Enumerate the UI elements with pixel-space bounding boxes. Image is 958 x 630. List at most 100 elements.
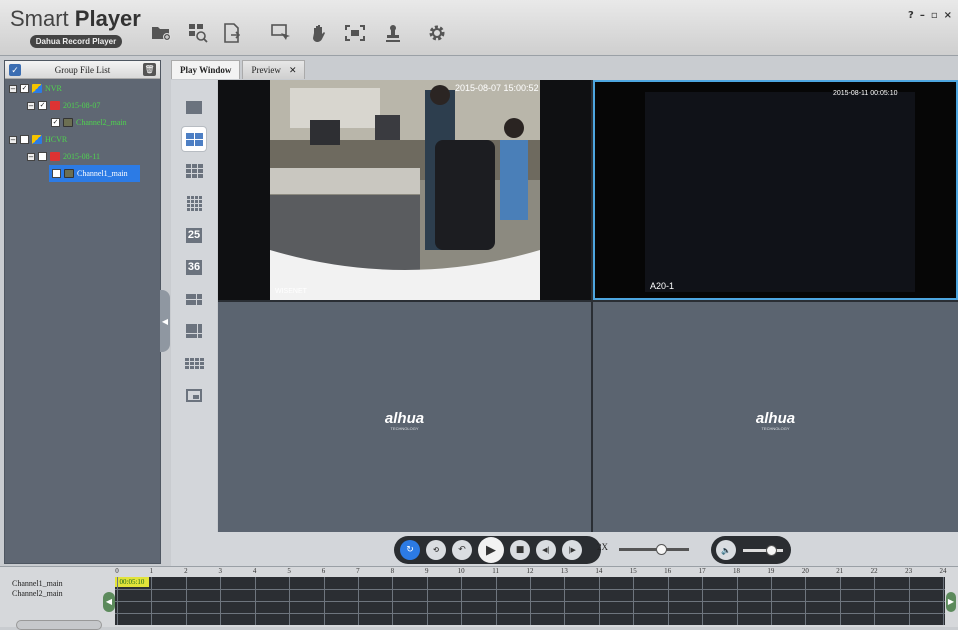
search-files-icon[interactable] <box>186 21 210 45</box>
tab-preview[interactable]: Preview ✕ <box>242 60 306 79</box>
fullscreen-icon[interactable] <box>343 21 367 45</box>
tree-checkbox[interactable]: ✓ <box>20 84 29 93</box>
stop-icon[interactable]: ■ <box>510 540 530 560</box>
split-13-icon <box>184 357 204 369</box>
video-timestamp: 2015-08-07 15:00:52 <box>455 83 539 93</box>
clip-icon[interactable] <box>269 21 293 45</box>
video-cell-3-empty[interactable]: alhua TECHNOLOGY <box>218 302 591 532</box>
split-4-button[interactable] <box>182 127 206 151</box>
speed-slider-knob[interactable] <box>656 544 667 555</box>
split-1-button[interactable] <box>182 95 206 119</box>
tree-item-label: 2015-08-07 <box>63 101 101 110</box>
timeline-zoom-slider[interactable] <box>16 620 102 630</box>
close-tab-icon[interactable]: ✕ <box>289 66 297 76</box>
split-13-button[interactable] <box>182 351 206 375</box>
timeline-panel: Channel1_main Channel2_main ◀ 00:05:10 0… <box>0 566 958 630</box>
tree-checkbox[interactable] <box>38 152 47 161</box>
timeline-hour-tick: 16 <box>664 567 672 575</box>
rewind-icon[interactable]: ↶ <box>452 540 472 560</box>
split-8-icon <box>186 324 202 338</box>
export-file-icon[interactable] <box>220 21 244 45</box>
timeline-hour-tick: 13 <box>560 567 568 575</box>
timeline-channel-label: Channel2_main <box>12 589 63 598</box>
timeline-hour-tick: 3 <box>218 567 223 575</box>
select-all-checkbox[interactable]: ✓ <box>9 64 21 76</box>
tree-item-hcvr[interactable]: − HCVR <box>9 133 67 146</box>
video-file-icon <box>63 118 73 127</box>
calendar-icon <box>50 152 60 161</box>
settings-gear-icon[interactable] <box>425 21 449 45</box>
tree-item-label: Channel1_main <box>77 169 128 178</box>
app-logo: Smart Player Dahua Record Player <box>10 6 141 50</box>
split-6-button[interactable] <box>182 287 206 311</box>
tree-item-nvr[interactable]: − ✓ NVR <box>9 82 62 95</box>
tree-item-date[interactable]: − 2015-08-11 <box>27 150 100 163</box>
volume-slider[interactable] <box>743 545 783 556</box>
app-name: Smart Player <box>10 6 141 32</box>
video-cell-4-empty[interactable]: alhua TECHNOLOGY <box>593 302 958 532</box>
video-cell-2-selected[interactable]: 2015-08-11 00:05:10 A20-1 <box>593 80 958 300</box>
tree-item-label: HCVR <box>45 135 68 144</box>
tree-item-date[interactable]: − ✓ 2015-08-07 <box>27 99 100 112</box>
video-cell-1[interactable]: 2015-08-07 15:00:52 WISENET <box>218 80 591 300</box>
video-timestamp: 2015-08-11 00:05:10 <box>833 90 898 97</box>
tree-item-label: NVR <box>45 84 62 93</box>
help-button[interactable]: ? <box>908 10 914 21</box>
tree-checkbox[interactable] <box>52 169 61 178</box>
current-time-marker[interactable]: 00:05:10 <box>115 577 149 587</box>
timeline-hour-tick: 17 <box>698 567 706 575</box>
timeline-track[interactable]: 00:05:10 0 1 2 3 4 5 6 7 8 9 10 11 12 13 14 15 16 17 18 19 2… <box>115 567 947 625</box>
calendar-icon <box>50 101 60 110</box>
timeline-hour-tick: 7 <box>356 567 360 575</box>
timeline-hour-tick: 22 <box>870 567 878 575</box>
brand-subtext: TECHNOLOGY <box>761 426 790 431</box>
split-36-button[interactable]: 36 <box>182 255 206 279</box>
timeline-row-line <box>115 601 945 602</box>
collapse-icon[interactable]: − <box>9 135 17 144</box>
pan-hand-icon[interactable] <box>307 21 331 45</box>
app-name-bold: Player <box>74 6 141 31</box>
dahua-logo: alhua TECHNOLOGY <box>593 410 958 431</box>
tab-play-window[interactable]: Play Window <box>171 60 241 79</box>
split-layout-toolbar: 25 36 <box>171 80 217 532</box>
delete-icon[interactable]: 🗑 <box>143 63 156 76</box>
collapse-panel-handle[interactable]: ◀ <box>160 290 170 352</box>
step-forward-icon[interactable]: |▶ <box>562 540 582 560</box>
split-custom-button[interactable] <box>182 383 206 407</box>
step-back-icon[interactable]: ◀| <box>536 540 556 560</box>
tree-checkbox[interactable]: ✓ <box>38 101 47 110</box>
play-icon[interactable]: ▶ <box>478 537 504 563</box>
timeline-hour-tick: 15 <box>629 567 637 575</box>
collapse-icon[interactable]: − <box>9 84 17 93</box>
timeline-prev-icon[interactable]: ◀ <box>103 592 115 612</box>
minimize-button[interactable]: – <box>920 10 925 21</box>
panel-header: ✓ Group File List 🗑 <box>5 61 160 79</box>
speed-slider[interactable] <box>619 544 689 555</box>
timeline-hour-tick: 12 <box>526 567 534 575</box>
loop-icon[interactable]: ⟲ <box>426 540 446 560</box>
tree-checkbox[interactable]: ✓ <box>51 118 60 127</box>
collapse-icon[interactable]: − <box>27 152 35 161</box>
stamp-icon[interactable] <box>381 21 405 45</box>
timeline-hour-tick: 5 <box>287 567 291 575</box>
timeline-channel-label: Channel1_main <box>12 579 63 588</box>
timeline-hour-tick: 20 <box>801 567 809 575</box>
collapse-icon[interactable]: − <box>27 101 35 110</box>
tree-item-channel-selected[interactable]: Channel1_main <box>49 165 140 182</box>
timeline-next-icon[interactable]: ▶ <box>946 592 956 612</box>
open-folder-icon[interactable] <box>149 21 173 45</box>
timeline-hour-tick: 18 <box>733 567 740 575</box>
tree-checkbox[interactable] <box>20 135 29 144</box>
split-25-button[interactable]: 25 <box>182 223 206 247</box>
volume-icon[interactable]: 🔈 <box>716 540 736 560</box>
tree-item-channel[interactable]: ✓ Channel2_main <box>51 116 127 129</box>
sync-play-icon[interactable]: ↻ <box>400 540 420 560</box>
close-button[interactable]: × <box>944 10 952 21</box>
split-16-button[interactable] <box>182 191 206 215</box>
video-frame-image <box>270 80 540 300</box>
split-6-icon <box>186 293 202 305</box>
restore-button[interactable]: ▫ <box>931 10 938 21</box>
split-9-button[interactable] <box>182 159 206 183</box>
split-8-button[interactable] <box>182 319 206 343</box>
volume-slider-knob[interactable] <box>766 545 777 556</box>
